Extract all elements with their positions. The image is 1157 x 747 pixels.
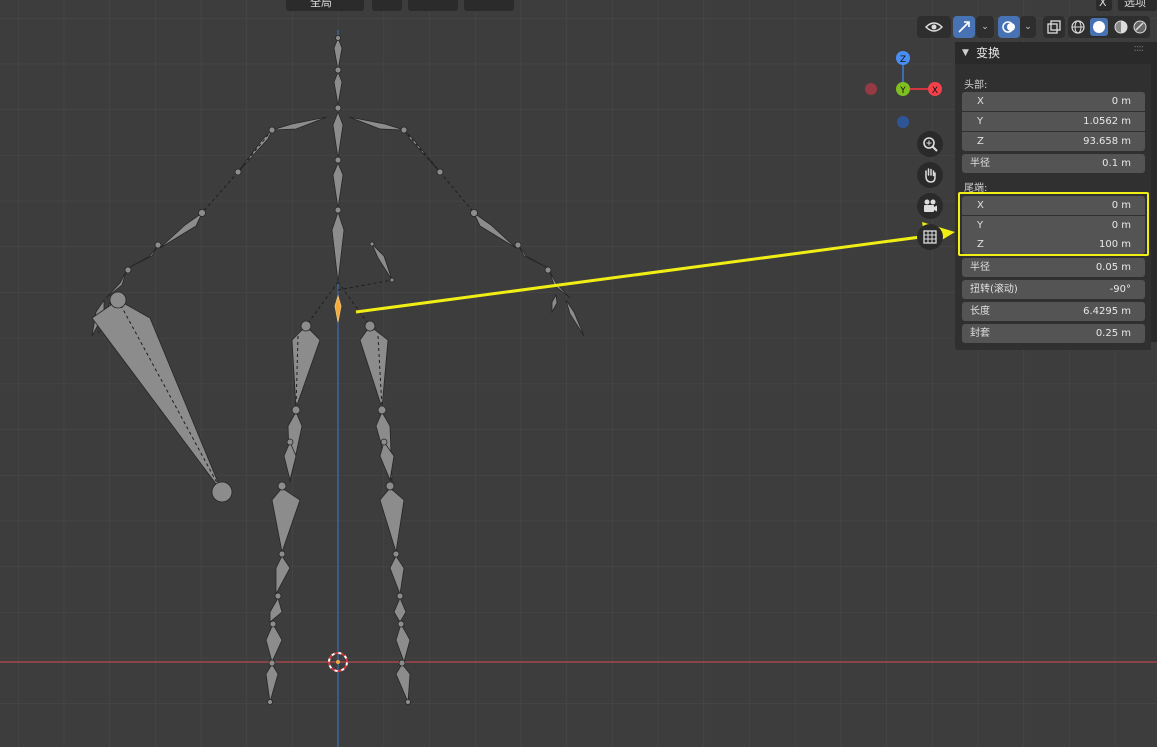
gizmo-dropdown[interactable]: ⌄ [976, 16, 994, 38]
field-value: 0.1 m [1102, 158, 1131, 169]
field-label: Y [977, 116, 984, 127]
drag-grip-icon[interactable]: :::: [1134, 38, 1145, 60]
visibility-toggle[interactable] [917, 16, 951, 38]
material-shading-icon[interactable] [1114, 20, 1128, 34]
head-radius-field[interactable]: 半径 0.1 m [962, 154, 1145, 173]
camera-icon [924, 199, 937, 212]
move-gizmo-icon [958, 21, 970, 33]
roll-field[interactable]: 扭转(滚动) -90° [962, 280, 1145, 299]
solid-shading-button[interactable] [1090, 18, 1109, 36]
head-y-field[interactable]: Y 1.0562 m [962, 112, 1145, 131]
sidebar-tabs[interactable] [1151, 42, 1157, 342]
envelope-field[interactable]: 封套 0.25 m [962, 324, 1145, 343]
tail-highlight-box [958, 192, 1149, 256]
transform-panel-header[interactable]: ▼ 变换 :::: [955, 42, 1151, 64]
viewport-header: 全局 X 选项 [0, 0, 1157, 12]
options-label: 选项 [1124, 0, 1146, 9]
shading-modes [1068, 16, 1150, 38]
falloff-dropdown[interactable] [464, 0, 514, 11]
field-label: 半径 [970, 262, 990, 273]
grid-ortho-icon [923, 230, 937, 244]
x-mirror-label: X [1099, 0, 1107, 9]
field-value: 6.4295 m [1083, 306, 1131, 317]
overlay-icon [1002, 21, 1015, 33]
field-value: -90° [1109, 284, 1131, 295]
field-value: 0.05 m [1095, 262, 1131, 273]
field-label: 封套 [970, 328, 990, 339]
field-value: 0 m [1111, 96, 1131, 107]
pivot-dropdown-label: 全局 [310, 0, 332, 9]
tail-radius-field[interactable]: 半径 0.05 m [962, 258, 1145, 277]
eye-icon [925, 22, 943, 32]
transform-panel-title: 变换 [976, 46, 1001, 60]
ortho-toggle-button[interactable] [917, 224, 943, 250]
solid-shading-icon [1093, 21, 1106, 33]
overlay-dropdown[interactable]: ⌄ [1020, 16, 1036, 38]
zoom-button[interactable] [917, 131, 943, 157]
navigation-gizmo[interactable]: Z Y X [860, 46, 950, 132]
gizmo-y-label: Y [899, 86, 906, 96]
rendered-shading-icon[interactable] [1133, 20, 1147, 34]
gizmo-z-label: Z [900, 55, 906, 65]
field-value: 1.0562 m [1083, 116, 1131, 127]
xray-icon [1047, 20, 1061, 34]
field-value: 93.658 m [1083, 136, 1131, 147]
head-x-field[interactable]: X 0 m [962, 92, 1145, 111]
field-label: X [977, 96, 984, 107]
field-label: Z [977, 136, 984, 147]
gizmo-toggle[interactable] [953, 16, 975, 38]
field-label: 半径 [970, 158, 990, 169]
field-label: 长度 [970, 306, 990, 317]
pivot-dropdown[interactable]: 全局 [286, 0, 364, 11]
head-section-label: 头部: [964, 80, 988, 91]
xray-toggle[interactable] [1043, 16, 1065, 38]
snap-dropdown[interactable] [372, 0, 402, 11]
overlay-toggle[interactable] [998, 16, 1020, 38]
zoom-icon [923, 137, 938, 152]
hand-pan-icon [925, 168, 936, 183]
chevron-down-icon: ⌄ [1024, 22, 1032, 32]
gizmo-x-label: X [932, 86, 938, 96]
options-button[interactable]: 选项 [1118, 0, 1157, 11]
wireframe-shading-icon[interactable] [1071, 20, 1085, 34]
proportional-dropdown[interactable] [408, 0, 458, 11]
pan-button[interactable] [917, 162, 943, 188]
head-z-field[interactable]: Z 93.658 m [962, 132, 1145, 151]
collapse-triangle-icon: ▼ [962, 48, 969, 58]
length-field[interactable]: 长度 6.4295 m [962, 302, 1145, 321]
x-mirror-button[interactable]: X [1096, 0, 1112, 11]
field-value: 0.25 m [1095, 328, 1131, 339]
field-label: 扭转(滚动) [970, 284, 1018, 295]
chevron-down-icon: ⌄ [981, 22, 989, 32]
camera-view-button[interactable] [917, 193, 943, 219]
